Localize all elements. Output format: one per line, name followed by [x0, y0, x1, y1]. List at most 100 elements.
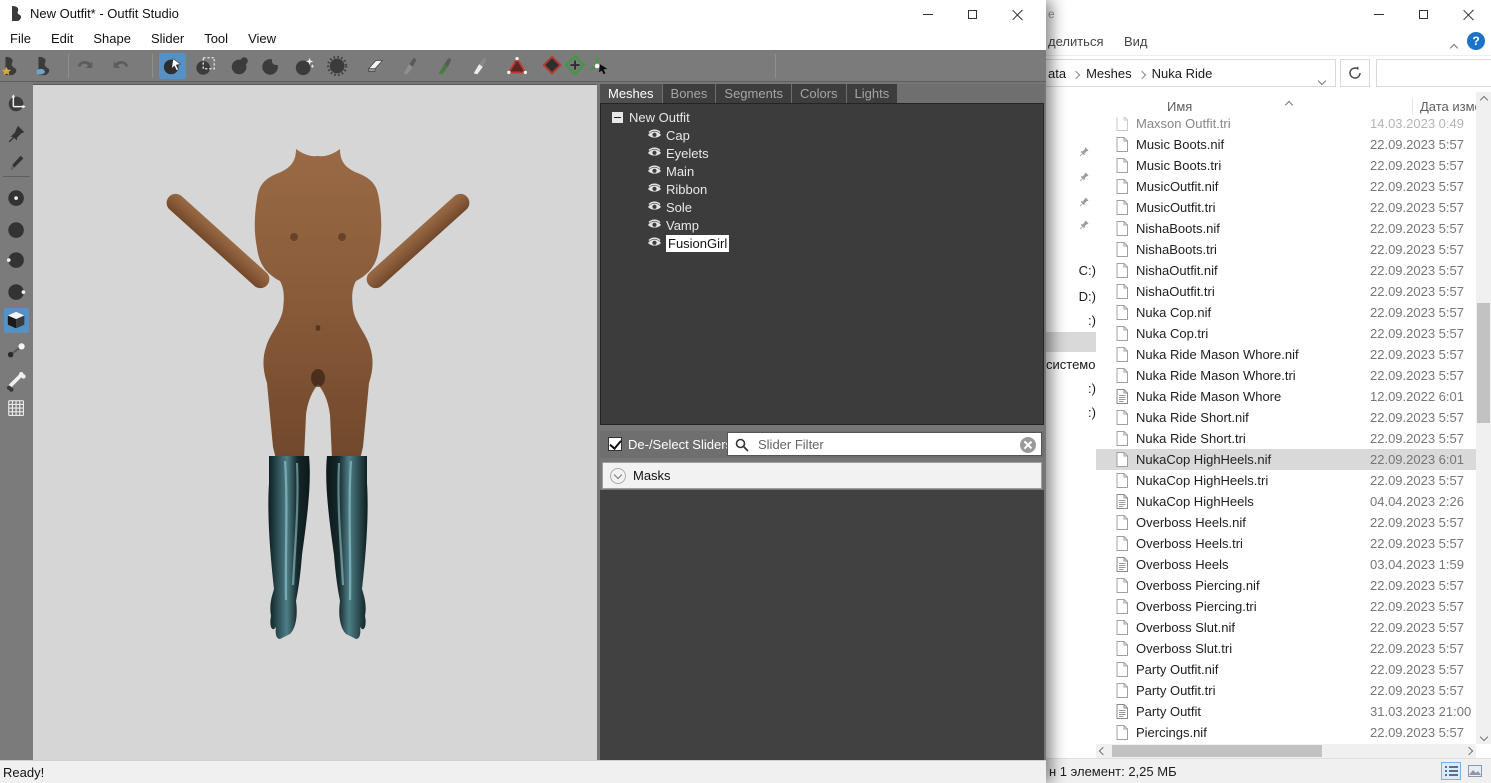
file-row[interactable]: NishaBoots.tri22.09.2023 5:57 [1096, 239, 1491, 260]
brush-dot-left-button[interactable] [4, 248, 29, 273]
deselect-sliders-checkbox[interactable] [608, 437, 622, 451]
clear-filter-icon[interactable] [1020, 437, 1036, 453]
brush-dot-right-button[interactable] [4, 280, 29, 305]
bone-mode-button[interactable] [4, 368, 29, 393]
nav-item[interactable]: C:) [1046, 260, 1096, 280]
mesh-item-ribbon[interactable]: Ribbon [647, 180, 707, 198]
alpha-brush-button[interactable] [467, 53, 494, 79]
file-row[interactable]: MusicOutfit.nif22.09.2023 5:57 [1096, 176, 1491, 197]
tab-lights[interactable]: Lights [847, 84, 899, 103]
tab-bones[interactable]: Bones [663, 84, 717, 103]
mesh-item-sole[interactable]: Sole [647, 198, 692, 216]
nav-item[interactable]: :) [1046, 378, 1096, 398]
eraser-brush-button[interactable] [361, 53, 388, 79]
menu-tool[interactable]: Tool [194, 27, 238, 50]
menu-edit[interactable]: Edit [41, 27, 83, 50]
file-row[interactable]: Overboss Slut.tri22.09.2023 5:57 [1096, 638, 1491, 659]
masks-accordion-header[interactable]: Masks [602, 462, 1042, 489]
breadcrumb-nuka-ride[interactable]: Nuka Ride [1152, 66, 1213, 81]
new-project-button[interactable] [0, 53, 24, 79]
expand-masks-icon[interactable] [610, 468, 626, 484]
os-minimize-button[interactable] [905, 0, 950, 28]
file-row[interactable]: Nuka Cop.tri22.09.2023 5:57 [1096, 323, 1491, 344]
scroll-right-icon[interactable] [1462, 744, 1476, 758]
file-row[interactable]: Maxson Outfit.tri14.03.2023 0:49 [1096, 117, 1491, 134]
tab-meshes[interactable]: Meshes [600, 84, 663, 103]
help-icon[interactable]: ? [1467, 32, 1485, 50]
visibility-eye-icon[interactable] [647, 164, 666, 179]
visibility-eye-icon[interactable] [647, 146, 666, 161]
file-row[interactable]: Overboss Slut.nif22.09.2023 5:57 [1096, 617, 1491, 638]
weight-brush-button[interactable] [397, 53, 424, 79]
select-tool-button[interactable] [159, 53, 186, 79]
os-close-button[interactable] [995, 0, 1040, 28]
menu-slider[interactable]: Slider [141, 27, 194, 50]
refresh-button[interactable] [1340, 59, 1370, 87]
collapse-icon[interactable] [612, 112, 623, 123]
menu-file[interactable]: File [0, 27, 41, 50]
file-row[interactable]: MusicOutfit.tri22.09.2023 5:57 [1096, 197, 1491, 218]
ribbon-tab-view[interactable]: Вид [1124, 34, 1148, 49]
visibility-eye-icon[interactable] [647, 236, 666, 251]
nav-item[interactable] [1046, 332, 1096, 352]
file-row[interactable]: NukaCop HighHeels04.04.2023 2:26 [1096, 491, 1491, 512]
smooth-brush-button[interactable] [291, 53, 318, 79]
mask-brush-button[interactable] [192, 53, 219, 79]
inflate-brush-button[interactable] [226, 53, 253, 79]
file-row[interactable]: Party Outfit.tri22.09.2023 5:57 [1096, 680, 1491, 701]
explorer-nav-pane[interactable]: C:)D:):)системо:):) [1046, 92, 1096, 744]
file-row[interactable]: NishaBoots.nif22.09.2023 5:57 [1096, 218, 1491, 239]
breadcrumb[interactable]: ataMeshesNuka Ride [1048, 66, 1212, 81]
scroll-up-icon[interactable] [1476, 92, 1491, 107]
mesh-item-vamp[interactable]: Vamp [647, 216, 699, 234]
collision-brush-button[interactable] [504, 53, 531, 79]
vertical-scrollbar[interactable] [1476, 92, 1491, 744]
vertex-mode-button[interactable] [4, 338, 29, 363]
visibility-eye-icon[interactable] [647, 218, 666, 233]
axes-tool-button[interactable] [4, 90, 29, 115]
file-row[interactable]: Overboss Heels03.04.2023 1:59 [1096, 554, 1491, 575]
explorer-close-button[interactable] [1446, 0, 1491, 28]
file-row[interactable]: Music Boots.tri22.09.2023 5:57 [1096, 155, 1491, 176]
nav-item[interactable]: D:) [1046, 286, 1096, 306]
redo-button[interactable] [107, 53, 134, 79]
tab-segments[interactable]: Segments [716, 84, 792, 103]
scroll-down-icon[interactable] [1476, 729, 1491, 744]
outfit-studio-titlebar[interactable]: New Outfit* - Outfit Studio [0, 0, 1046, 27]
file-row[interactable]: Overboss Heels.nif22.09.2023 5:57 [1096, 512, 1491, 533]
file-row[interactable]: Party Outfit.nif22.09.2023 5:57 [1096, 659, 1491, 680]
move-brush-button[interactable] [324, 53, 351, 79]
details-view-button[interactable] [1441, 762, 1461, 780]
file-row[interactable]: NukaCop HighHeels.nif22.09.2023 6:01 [1096, 449, 1491, 470]
file-row[interactable]: Nuka Cop.nif22.09.2023 5:57 [1096, 302, 1491, 323]
pencil-tool-button[interactable] [4, 150, 29, 175]
nav-item[interactable]: :) [1046, 310, 1096, 330]
mesh-item-cap[interactable]: Cap [647, 126, 690, 144]
menu-view[interactable]: View [238, 27, 286, 50]
os-maximize-button[interactable] [950, 0, 995, 28]
file-row[interactable]: Overboss Heels.tri22.09.2023 5:57 [1096, 533, 1491, 554]
3d-viewport[interactable] [33, 84, 597, 760]
explorer-titlebar[interactable]: e [1046, 0, 1491, 28]
visibility-eye-icon[interactable] [647, 182, 666, 197]
explorer-maximize-button[interactable] [1401, 0, 1446, 28]
address-bar[interactable]: ataMeshesNuka Ride [1046, 59, 1336, 87]
file-row[interactable]: Nuka Ride Short.nif22.09.2023 5:57 [1096, 407, 1491, 428]
file-row[interactable]: Overboss Piercing.tri22.09.2023 5:57 [1096, 596, 1491, 617]
file-row[interactable]: Overboss Piercing.nif22.09.2023 5:57 [1096, 575, 1491, 596]
menu-shape[interactable]: Shape [83, 27, 141, 50]
visibility-eye-icon[interactable] [647, 200, 666, 215]
mesh-item-main[interactable]: Main [647, 162, 694, 180]
file-row[interactable]: Piercings.nif22.09.2023 5:57 [1096, 722, 1491, 743]
ribbon-tab-share[interactable]: делиться [1048, 34, 1104, 49]
explorer-minimize-button[interactable] [1356, 0, 1401, 28]
file-row[interactable]: Nuka Ride Mason Whore12.09.2022 6:01 [1096, 386, 1491, 407]
cube-view-button[interactable] [4, 308, 29, 333]
explorer-search-input[interactable] [1376, 59, 1491, 87]
load-project-button[interactable] [30, 53, 57, 79]
tab-colors[interactable]: Colors [792, 84, 847, 103]
column-header-name[interactable]: Имя [1167, 99, 1192, 114]
file-row[interactable]: NishaOutfit.nif22.09.2023 5:57 [1096, 260, 1491, 281]
breadcrumb-meshes[interactable]: Meshes [1086, 66, 1132, 81]
brush-center-dot-button[interactable] [4, 186, 29, 211]
